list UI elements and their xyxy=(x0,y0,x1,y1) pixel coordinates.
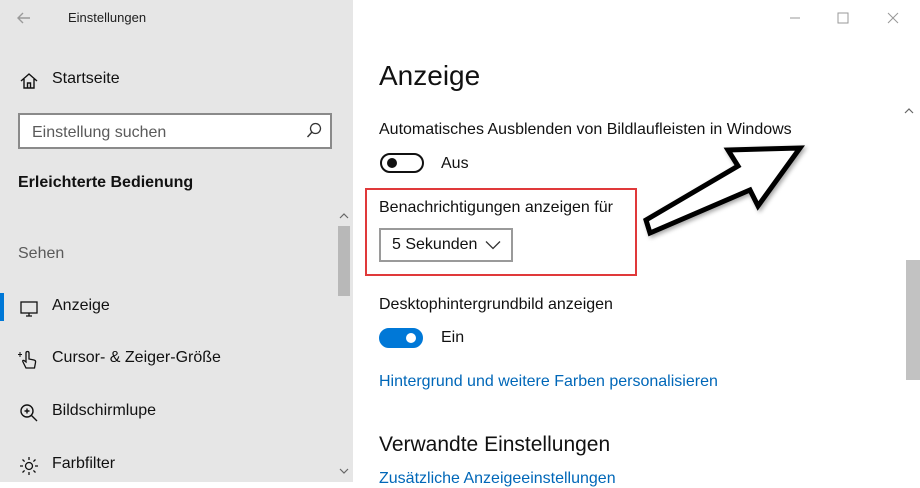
cursor-hand-icon xyxy=(18,350,37,369)
dropdown-value: 5 Sekunden xyxy=(392,236,478,253)
scroll-up-icon[interactable] xyxy=(339,211,349,221)
back-arrow-icon xyxy=(17,12,30,24)
back-button[interactable] xyxy=(14,8,38,28)
close-icon[interactable] xyxy=(883,8,903,28)
maximize-icon[interactable] xyxy=(833,8,853,28)
toggle-knob xyxy=(387,158,397,168)
additional-display-settings-link[interactable]: Zusätzliche Anzeigeeinstellungen xyxy=(379,470,616,488)
notification-duration-label: Benachrichtigungen anzeigen für xyxy=(379,199,613,216)
sidebar-item-cursor[interactable]: Cursor- & Zeiger-Größe xyxy=(0,339,338,379)
annotation-arrow-icon xyxy=(643,145,805,237)
show-wallpaper-toggle[interactable] xyxy=(379,328,423,348)
sidebar-item-label: Cursor- & Zeiger-Größe xyxy=(52,349,221,366)
app-title: Einstellungen xyxy=(68,10,147,25)
sidebar-item-label: Anzeige xyxy=(52,297,110,314)
sidebar-item-anzeige[interactable]: Anzeige xyxy=(0,287,338,327)
sidebar-item-home[interactable]: Startseite xyxy=(0,60,338,100)
sidebar-scrollbar-thumb[interactable] xyxy=(338,226,350,296)
section-title: Erleichterte Bedienung xyxy=(18,174,194,191)
show-wallpaper-label: Desktophintergrundbild anzeigen xyxy=(379,296,613,313)
notification-duration-dropdown[interactable]: 5 Sekunden xyxy=(379,228,513,262)
personalize-link[interactable]: Hintergrund und weitere Farben personali… xyxy=(379,373,718,391)
group-label: Sehen xyxy=(18,245,65,262)
page-title: Anzeige xyxy=(379,60,481,91)
sidebar-item-label: Bildschirmlupe xyxy=(52,402,157,419)
minimize-icon[interactable] xyxy=(785,8,805,28)
toggle-knob xyxy=(406,333,416,343)
search-box[interactable] xyxy=(18,113,332,149)
toggle-state-label: Ein xyxy=(441,329,465,346)
magnifier-icon xyxy=(20,404,38,422)
search-icon[interactable] xyxy=(306,122,322,140)
home-icon xyxy=(20,73,38,89)
scroll-down-icon[interactable] xyxy=(339,466,349,476)
monitor-icon xyxy=(20,301,38,317)
scroll-up-icon[interactable] xyxy=(904,106,914,116)
main-scrollbar-thumb[interactable] xyxy=(906,260,920,380)
color-filter-icon xyxy=(20,457,38,475)
related-settings-heading: Verwandte Einstellungen xyxy=(379,433,611,456)
sidebar-item-label: Farbfilter xyxy=(52,455,116,472)
sidebar-item-label: Startseite xyxy=(52,70,120,87)
sidebar-item-magnifier[interactable]: Bildschirmlupe xyxy=(0,392,338,432)
sidebar-item-color-filter[interactable]: Farbfilter xyxy=(0,445,338,485)
chevron-down-icon xyxy=(485,241,501,250)
sidebar: Einstellungen Startseite Erleichterte Be… xyxy=(0,0,353,482)
toggle-state-label: Aus xyxy=(441,155,469,172)
search-input[interactable] xyxy=(30,121,304,145)
autohide-scrollbars-toggle[interactable] xyxy=(380,153,424,173)
